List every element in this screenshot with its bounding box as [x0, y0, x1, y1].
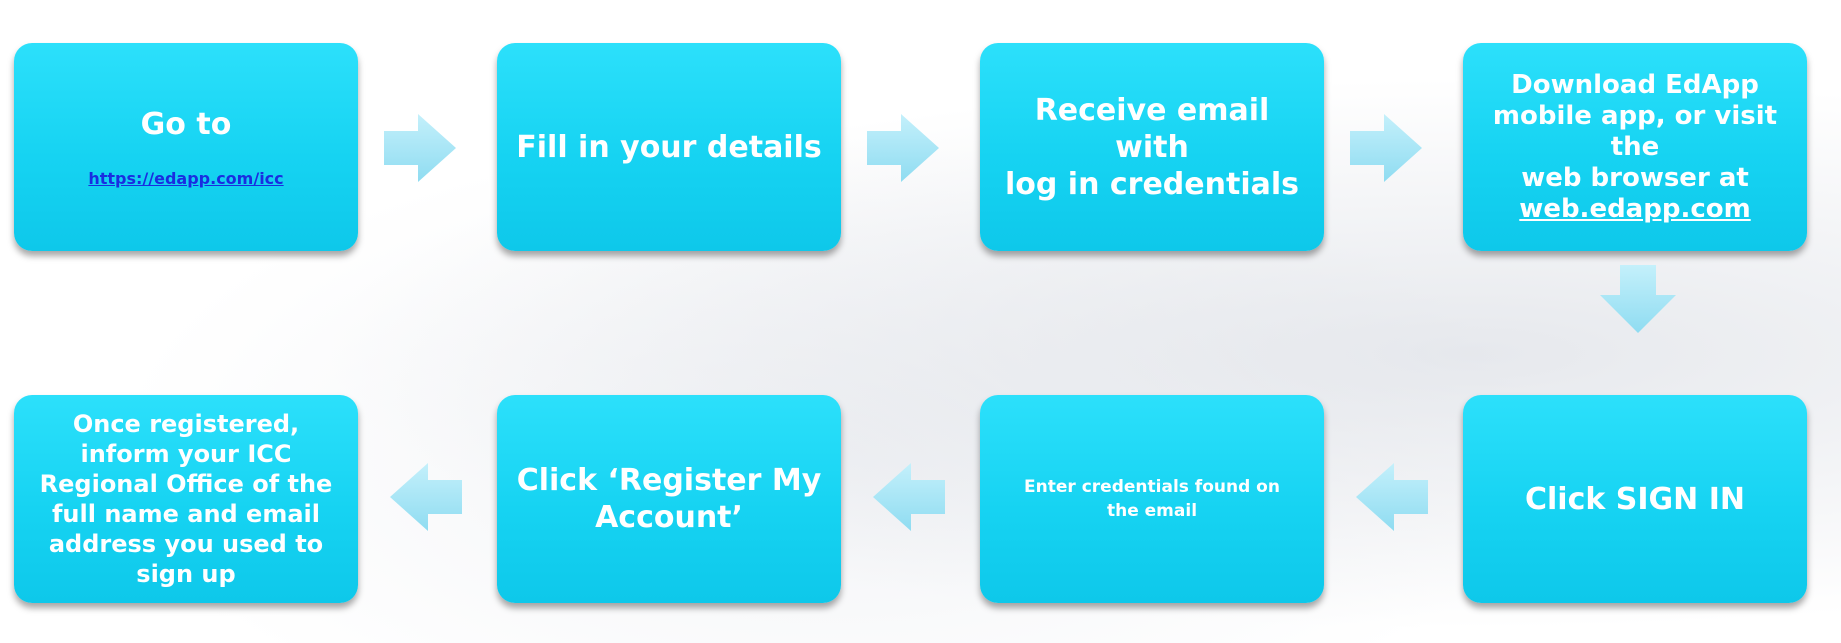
step-inform-line6: sign up [136, 560, 236, 588]
arrow-down-icon [1600, 265, 1676, 333]
step-download-app: Download EdApp mobile app, or visit the … [1463, 43, 1807, 251]
step-go-to-title: Go to [140, 106, 232, 142]
step-fill-details: Fill in your details [497, 43, 841, 251]
step-sign-in: Click SIGN IN [1463, 395, 1807, 603]
step-enter-credentials: Enter credentials found on the email [980, 395, 1324, 603]
step-register-line2: Account’ [595, 500, 743, 535]
step-inform-office: Once registered, inform your ICC Regiona… [14, 395, 358, 603]
step-inform-line4: full name and email [51, 500, 320, 528]
arrow-left-icon [873, 463, 945, 531]
step-go-to: Go to https://edapp.com/icc [14, 43, 358, 251]
step-inform-line2: inform your ICC [80, 440, 292, 468]
arrow-right-icon [384, 114, 456, 182]
arrow-left-icon [390, 463, 462, 531]
arrow-right-icon [1350, 114, 1422, 182]
step-fill-details-text: Fill in your details [516, 129, 822, 165]
step-receive-line2: log in credentials [1004, 166, 1299, 202]
arrow-right-icon [867, 114, 939, 182]
web-edapp-link[interactable]: web.edapp.com [1519, 194, 1750, 225]
step-inform-line1: Once registered, [72, 410, 300, 438]
step-download-line1: Download EdApp [1511, 69, 1759, 100]
step-inform-line3: Regional Office of the [39, 470, 333, 498]
arrow-left-icon [1356, 463, 1428, 531]
step-download-line2: mobile app, or visit the [1492, 100, 1778, 162]
step-register-line1: Click ‘Register My [516, 463, 822, 498]
step-enter-line1: Enter credentials found on [1024, 477, 1280, 497]
step-receive-email: Receive email with log in credentials [980, 43, 1324, 251]
step-register-account: Click ‘Register My Account’ [497, 395, 841, 603]
edapp-icc-link[interactable]: https://edapp.com/icc [88, 169, 283, 189]
step-inform-line5: address you used to [48, 530, 324, 558]
step-sign-in-text: Click SIGN IN [1525, 481, 1745, 517]
step-download-line3: web browser at [1521, 162, 1749, 193]
step-receive-line1: Receive email with [1034, 92, 1270, 165]
step-enter-line2: the email [1106, 501, 1198, 521]
